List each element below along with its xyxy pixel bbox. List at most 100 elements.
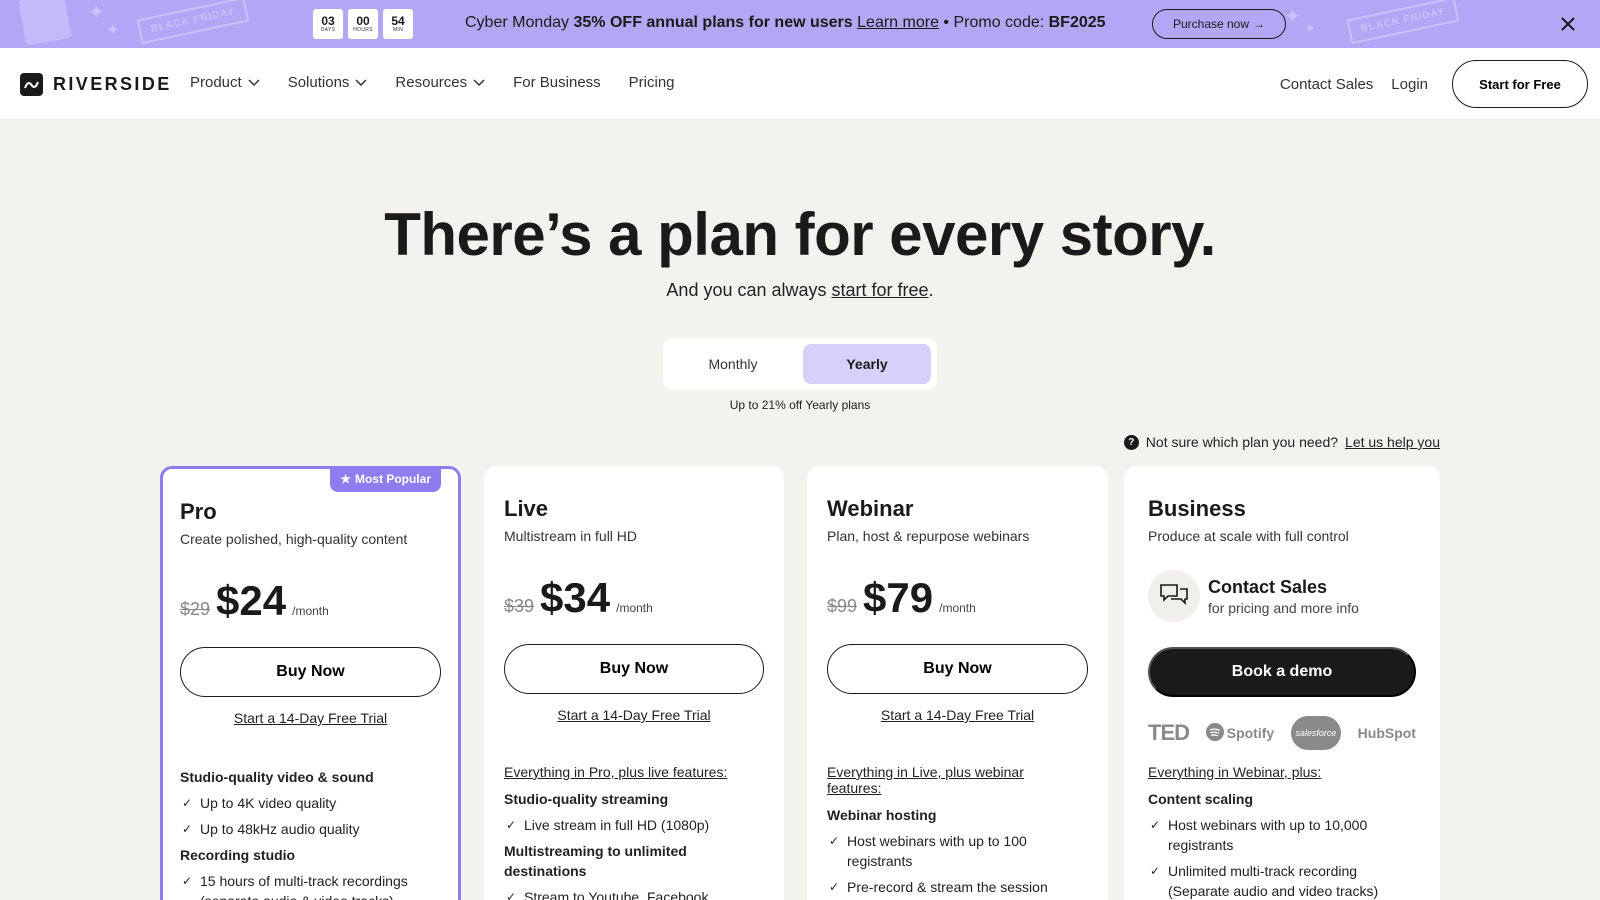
feature-list: Everything in Live, plus webinar feature… (827, 764, 1067, 900)
sparkle-icon: ✦ (1304, 20, 1316, 36)
check-icon: ✓ (182, 874, 193, 888)
countdown-hours: 00 HOURS (348, 9, 378, 39)
feature-heading: Recording studio (180, 847, 296, 863)
feature-item: ✓ Up to 48kHz audio quality (182, 821, 360, 837)
free-trial-link[interactable]: Start a 14-Day Free Trial (234, 710, 387, 726)
free-trial-link[interactable]: Start a 14-Day Free Trial (881, 707, 1034, 723)
plan-price: $39 $34 /month (504, 574, 653, 622)
free-trial-link-wrap: Start a 14-Day Free Trial (827, 707, 1088, 723)
question-icon: ? (1123, 434, 1139, 450)
plan-description: Multistream in full HD (504, 528, 638, 544)
plan-name: Live (504, 496, 549, 521)
nav-item-for-business[interactable]: For Business (513, 74, 601, 91)
feature-item: ✓ Up to 4K video quality (182, 795, 337, 811)
promo-text: Cyber Monday 35% OFF annual plans for ne… (465, 14, 1106, 31)
check-icon: ✓ (829, 880, 840, 894)
contact-sales-subtitle: for pricing and more info (1208, 599, 1359, 616)
page-title: There’s a plan for every story. (384, 201, 1216, 268)
top-nav: RIVERSIDE Product Solutions Resources Fo… (0, 48, 1600, 120)
free-trial-link-wrap: Start a 14-Day Free Trial (504, 707, 764, 723)
sparkle-icon: ✦ (88, 2, 105, 24)
promo-code: BF2025 (1048, 14, 1106, 31)
feature-intro: Everything in Pro, plus live features: (504, 764, 728, 780)
login-link[interactable]: Login (1391, 76, 1428, 93)
free-trial-link[interactable]: Start a 14-Day Free Trial (557, 707, 710, 723)
old-price: $99 (827, 596, 858, 616)
check-icon: ✓ (1150, 818, 1161, 832)
feature-list: Everything in Pro, plus live features: S… (504, 764, 764, 900)
start-for-free-button[interactable]: Start for Free (1452, 60, 1588, 108)
plan-description: Produce at scale with full control (1148, 528, 1349, 544)
check-icon: ✓ (506, 818, 517, 832)
plan-description: Plan, host & repurpose webinars (827, 528, 1030, 544)
nav-item-resources[interactable]: Resources (395, 74, 485, 91)
hero-subtitle: And you can always start for free. (666, 280, 934, 300)
nav-item-product[interactable]: Product (190, 74, 260, 91)
feature-list: Everything in Webinar, plus: Content sca… (1148, 764, 1410, 900)
nav-item-solutions[interactable]: Solutions (288, 74, 368, 91)
check-icon: ✓ (506, 890, 517, 900)
billing-toggle: Monthly Yearly (663, 338, 937, 390)
ted-logo: TED (1148, 720, 1190, 745)
buy-now-button[interactable]: Buy Now (827, 644, 1088, 694)
buy-now-button[interactable]: Buy Now (504, 644, 764, 694)
check-icon: ✓ (1150, 864, 1161, 878)
price-period: /month (939, 601, 976, 615)
feature-list: Studio-quality video & sound ✓ Up to 4K v… (180, 767, 441, 900)
buy-now-button[interactable]: Buy Now (180, 647, 441, 697)
billing-monthly-option[interactable]: Monthly (669, 344, 797, 384)
current-price: $79 (863, 574, 934, 621)
start-for-free-link[interactable]: start for free (832, 280, 929, 300)
plan-card-pro: ★ Most Popular Pro Create polished, high… (160, 466, 461, 900)
contact-sales-text: Contact Sales for pricing and more info (1208, 577, 1359, 616)
billing-yearly-option[interactable]: Yearly (803, 344, 931, 384)
price-period: /month (292, 604, 329, 618)
countdown-days: 03 DAYS (313, 9, 343, 39)
book-demo-button[interactable]: Book a demo (1148, 647, 1416, 697)
banner-decoration-right: ✦ ✦ BLACK FRIDAY (1280, 0, 1560, 48)
chevron-down-icon (248, 74, 260, 91)
hubspot-logo: HubSpot (1357, 725, 1416, 741)
feature-heading: Multistreaming to unlimited destinations (504, 843, 687, 879)
logo-mark-icon (20, 73, 43, 96)
countdown-timer: 03 DAYS 00 HOURS 54 MIN (313, 9, 413, 39)
yearly-discount-note: Up to 21% off Yearly plans (729, 398, 871, 412)
plan-card-live: Live Multistream in full HD $39 $34 /mon… (484, 466, 784, 900)
contact-sales-link[interactable]: Contact Sales (1280, 76, 1373, 93)
arrow-right-icon: → (1253, 17, 1266, 31)
banner-decoration-left: ✦ ✦ BLACK FRIDAY (0, 0, 300, 48)
feature-intro: Everything in Webinar, plus: (1148, 764, 1322, 780)
riverside-logo[interactable]: RIVERSIDE (20, 73, 172, 96)
plan-name: Business (1148, 496, 1246, 521)
feature-heading: Webinar hosting (827, 807, 937, 823)
nav-item-pricing[interactable]: Pricing (629, 74, 675, 91)
feature-heading: Content scaling (1148, 791, 1254, 807)
feature-item: ✓ Pre-record & stream the session (829, 879, 1048, 895)
plan-card-business: Business Produce at scale with full cont… (1124, 466, 1440, 900)
spotify-icon (1205, 722, 1224, 744)
old-price: $29 (180, 599, 211, 619)
star-icon: ★ (340, 472, 351, 486)
plan-name: Webinar (827, 496, 914, 521)
promo-banner: ✦ ✦ BLACK FRIDAY ✦ ✦ BLACK FRIDAY 03 DAY… (0, 0, 1600, 48)
salesforce-logo: salesforce (1290, 716, 1341, 750)
feature-heading: Studio-quality video & sound (180, 769, 374, 785)
help-link[interactable]: Let us help you (1345, 434, 1440, 450)
chevron-down-icon (473, 74, 485, 91)
nav-actions: Contact Sales Login Start for Free (1280, 60, 1588, 108)
learn-more-link[interactable]: Learn more (857, 14, 939, 31)
feature-item: ✓ Live stream in full HD (1080p) (506, 817, 710, 833)
purchase-now-button[interactable]: Purchase now → (1152, 9, 1286, 39)
current-price: $34 (540, 574, 611, 621)
feature-item: ✓ Host webinars with up to 100 registrant… (829, 833, 1027, 869)
feature-item: ✓ Stream to Youtube, Facebook (504, 887, 764, 900)
most-popular-badge: ★ Most Popular (330, 466, 441, 492)
feature-intro: Everything in Live, plus webinar feature… (827, 764, 1024, 796)
plan-price: $99 $79 /month (827, 574, 976, 622)
sparkle-icon: ✦ (106, 22, 120, 39)
contact-sales-box: Contact Sales for pricing and more info (1148, 570, 1359, 622)
sparkle-icon: ✦ (1284, 6, 1301, 28)
close-icon[interactable] (1556, 12, 1580, 36)
current-price: $24 (216, 577, 287, 624)
check-icon: ✓ (182, 822, 193, 836)
